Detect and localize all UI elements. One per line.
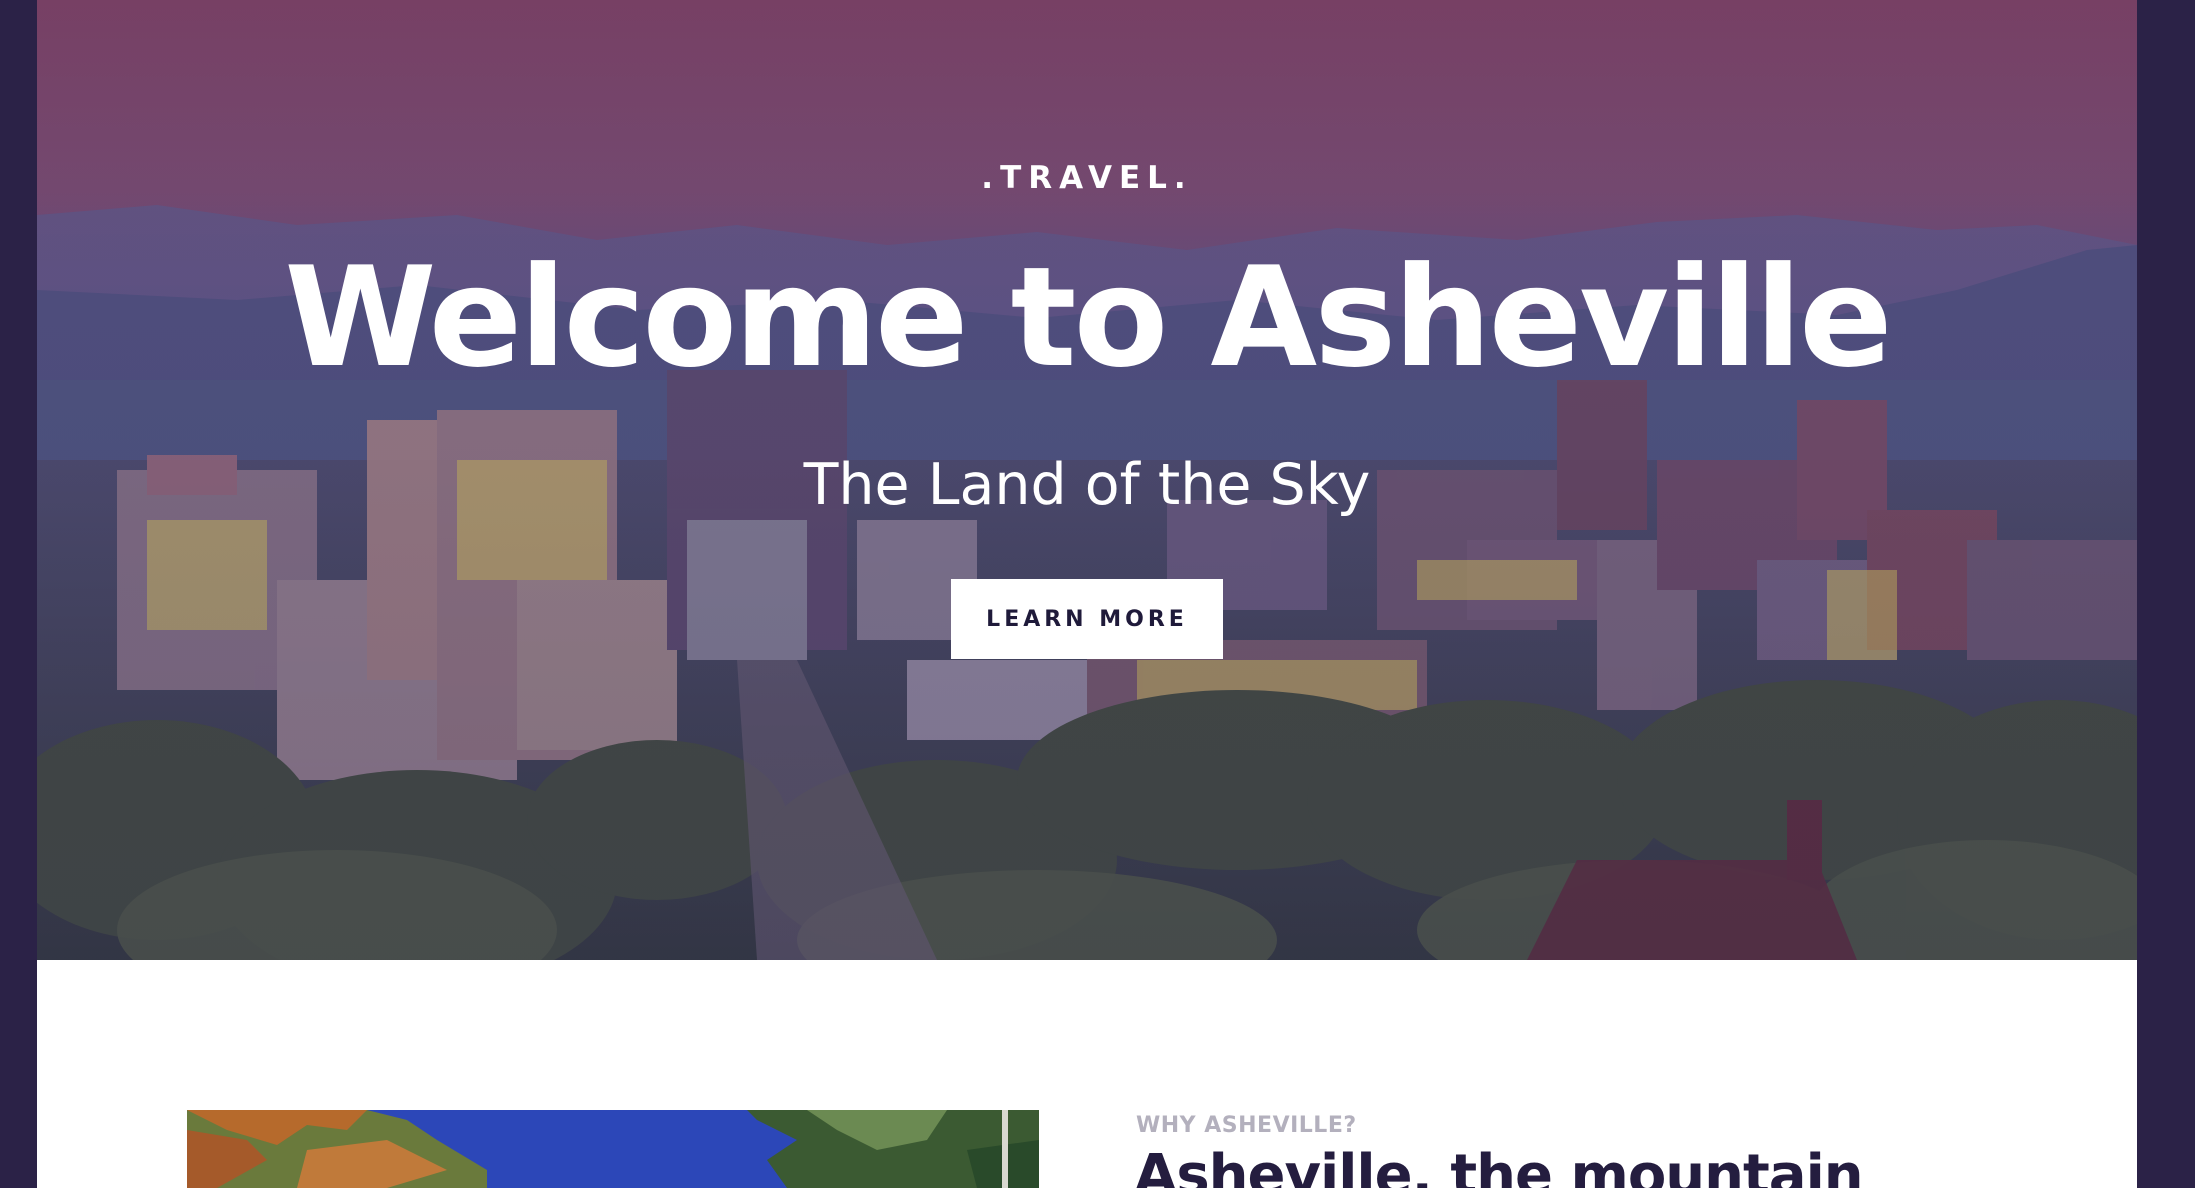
hero-section: .TRAVEL. Welcome to Asheville The Land o… bbox=[37, 0, 2137, 960]
hero-eyebrow: .TRAVEL. bbox=[981, 160, 1193, 196]
section-eyebrow: WHY ASHEVILLE? bbox=[1136, 1113, 1357, 1138]
learn-more-button[interactable]: LEARN MORE bbox=[951, 579, 1223, 659]
page-container: .TRAVEL. Welcome to Asheville The Land o… bbox=[37, 0, 2137, 1188]
hero-subtitle: The Land of the Sky bbox=[803, 452, 1371, 518]
autumn-forest-photo bbox=[187, 1110, 1039, 1188]
section-heading: Asheville, the mountain bbox=[1134, 1143, 1864, 1188]
autumn-forest-graphic bbox=[187, 1110, 1039, 1188]
hero-title: Welcome to Asheville bbox=[284, 237, 1892, 398]
